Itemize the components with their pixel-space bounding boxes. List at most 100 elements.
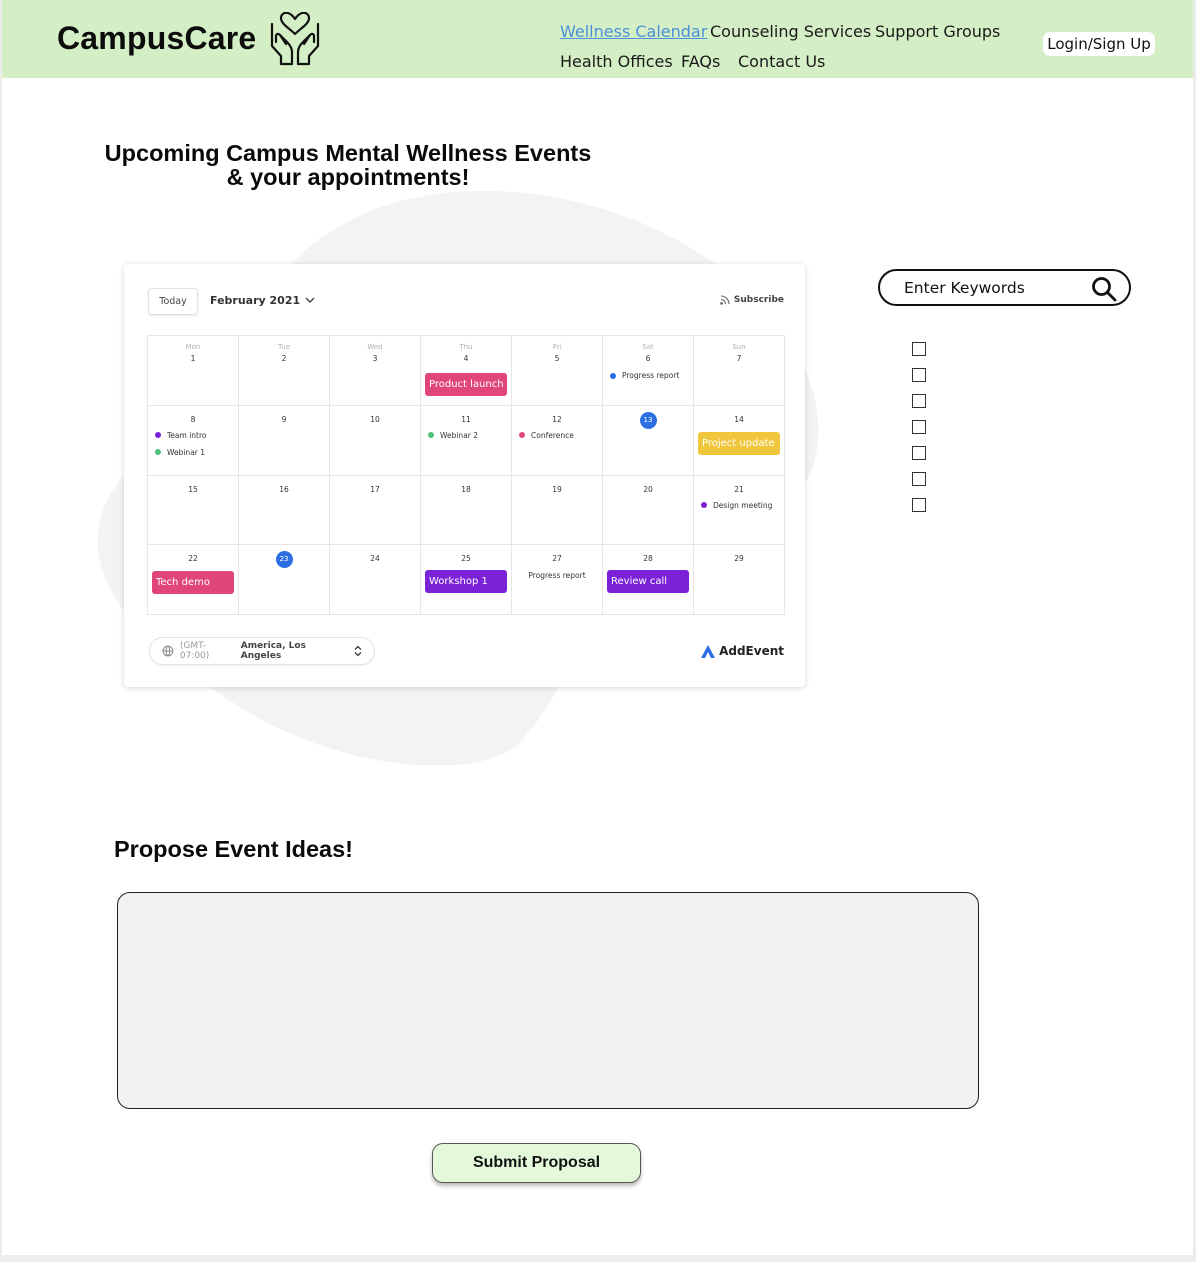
submit-proposal-button[interactable]: Submit Proposal [432,1143,641,1183]
rss-icon [720,295,730,305]
calendar-day[interactable]: 12 Conference [512,405,603,476]
filter-checkbox[interactable] [912,342,926,356]
calendar-day[interactable]: 10 [330,405,421,476]
calendar-day[interactable]: 17 [330,475,421,546]
calendar-day[interactable]: 11 Webinar 2 [421,405,512,476]
calendar-day[interactable]: 14 Project update [694,405,785,476]
calendar-day[interactable]: Mon 1 [148,336,239,406]
day-number: 22 [188,554,198,564]
event-dot [610,372,616,379]
search-icon[interactable] [1090,275,1118,303]
current-day-badge: 13 [639,411,657,429]
nav-counseling-services[interactable]: Counseling Services [710,22,871,41]
calendar-day[interactable]: 19 [512,475,603,546]
calendar-day[interactable]: 20 [603,475,694,546]
calendar-day[interactable]: Wed 3 [330,336,421,406]
weekday-label: Thu [459,343,473,351]
hands-heart-icon [270,12,320,66]
day-number: 1 [190,354,196,363]
addevent-logo-icon [701,644,716,658]
event-project-update[interactable]: Project update [698,431,780,455]
filter-checkbox[interactable] [912,420,926,434]
page: CampusCare Wellness Calendar Counseling … [2,0,1193,1255]
nav-faqs[interactable]: FAQs [681,52,720,71]
addevent-logo[interactable]: AddEvent [701,644,784,658]
calendar-day[interactable]: Thu 4 Product launch [421,336,512,406]
current-day-badge: 23 [275,551,293,569]
calendar-day[interactable]: 9 [239,405,330,476]
calendar-day[interactable]: 16 [239,475,330,546]
timezone-name: America, Los Angeles [240,641,306,661]
event-tech-demo[interactable]: Tech demo [152,571,234,595]
calendar-day[interactable]: 27 Progress report [512,545,603,615]
page-title-line-1: Upcoming Campus Mental Wellness Events [104,140,592,166]
sort-arrows-icon [354,645,362,657]
weekday-label: Mon [185,343,201,351]
event-design-meeting[interactable]: Design meeting [701,501,772,510]
filter-checkbox[interactable] [912,446,926,460]
globe-icon [162,645,174,657]
calendar-day[interactable]: 24 [330,545,421,615]
calendar-day[interactable]: Tue 2 [239,336,330,406]
addevent-label: AddEvent [719,644,784,658]
calendar-day[interactable]: 28 Review call [603,545,694,615]
weekday-label: Sun [732,343,746,351]
nav-wellness-calendar[interactable]: Wellness Calendar [560,22,707,41]
calendar-day[interactable]: Sun 7 [694,336,785,406]
filter-checkbox[interactable] [912,498,926,512]
event-dot [155,432,161,439]
search-bar [878,269,1131,306]
proposal-textarea[interactable] [117,892,979,1109]
day-number: 4 [463,354,469,363]
event-webinar-2[interactable]: Webinar 2 [428,431,478,440]
search-input[interactable] [904,278,1084,298]
event-label: Conference [531,430,574,440]
event-conference[interactable]: Conference [519,431,574,440]
event-label: Design meeting [713,500,773,510]
day-number: 25 [461,554,471,564]
calendar-day[interactable]: 29 [694,545,785,615]
nav-support-groups[interactable]: Support Groups [875,22,1000,41]
filter-checkbox[interactable] [912,472,926,486]
subscribe-link[interactable]: Subscribe [720,295,784,305]
event-dot [519,432,525,439]
calendar-day[interactable]: 22 Tech demo [148,545,239,615]
nav-contact-us[interactable]: Contact Us [738,52,825,71]
subscribe-label: Subscribe [733,295,784,305]
event-product-launch[interactable]: Product launch [425,373,507,396]
day-number: 20 [643,484,653,494]
timezone-offset: (GMT-07:00) [179,641,210,661]
month-selector[interactable]: February 2021 [210,294,315,307]
header: CampusCare Wellness Calendar Counseling … [2,0,1193,78]
event-progress-report[interactable]: Progress report [512,571,602,580]
chevron-down-icon [305,297,315,303]
login-signup-button[interactable]: Login/Sign Up [1043,32,1155,56]
calendar-day[interactable]: 18 [421,475,512,546]
day-number: 6 [645,354,651,363]
calendar-day[interactable]: Fri 5 [512,336,603,406]
calendar-day[interactable]: 8 Team intro Webinar 1 [148,405,239,476]
day-number: 15 [188,484,198,494]
calendar-day[interactable]: Sat 6 Progress report [603,336,694,406]
brand-name[interactable]: CampusCare [57,20,256,57]
calendar-day[interactable]: 15 [148,475,239,546]
calendar-day[interactable]: 21 Design meeting [694,475,785,546]
event-progress-report[interactable]: Progress report [610,371,679,380]
calendar-day[interactable]: 13 [603,405,694,476]
day-number: 27 [552,554,562,564]
day-number: 14 [734,414,744,424]
calendar-day[interactable]: 25 Workshop 1 [421,545,512,615]
event-team-intro[interactable]: Team intro [155,431,207,440]
filter-checkbox[interactable] [912,368,926,382]
event-review-call[interactable]: Review call [607,570,689,594]
filter-checkbox[interactable] [912,394,926,408]
today-button[interactable]: Today [148,288,198,315]
calendar-widget: Today February 2021 Subscribe Mon 1 Tue … [124,264,805,687]
event-webinar-1[interactable]: Webinar 1 [155,448,205,457]
timezone-selector[interactable]: (GMT-07:00) America, Los Angeles [149,637,375,665]
day-number: 24 [370,554,380,564]
calendar-day[interactable]: 23 [239,545,330,615]
event-workshop-1[interactable]: Workshop 1 [425,570,507,594]
nav-health-offices[interactable]: Health Offices [560,52,673,71]
weekday-label: Sat [642,343,654,351]
